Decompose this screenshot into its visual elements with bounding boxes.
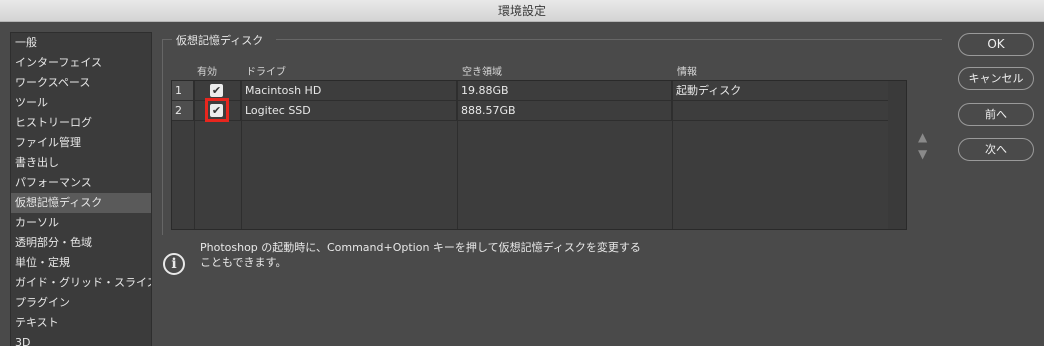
sidebar-item-transparency-gamut[interactable]: 透明部分・色域 (11, 233, 151, 253)
sidebar-item-cursors[interactable]: カーソル (11, 213, 151, 233)
enabled-cell: ✔ (194, 98, 241, 122)
drive-info (672, 101, 888, 120)
column-header-enabled: 有効 (197, 67, 217, 78)
info-message-line: Photoshop の起動時に、Command+Option キーを押して仮想記… (200, 241, 641, 254)
window-title: 環境設定 (0, 0, 1044, 22)
sidebar-item-plugins[interactable]: プラグイン (11, 293, 151, 313)
sidebar-item-export[interactable]: 書き出し (11, 153, 151, 173)
column-header-free-space: 空き領域 (462, 67, 502, 78)
column-header-info: 情報 (677, 67, 697, 78)
sidebar-item-general[interactable]: 一般 (11, 33, 151, 53)
sidebar-item-3d[interactable]: 3D (11, 333, 151, 346)
sidebar-item-file-handling[interactable]: ファイル管理 (11, 133, 151, 153)
sidebar-item-performance[interactable]: パフォーマンス (11, 173, 151, 193)
prev-button[interactable]: 前へ (958, 103, 1034, 126)
group-border (276, 39, 942, 40)
sidebar-item-units-rulers[interactable]: 単位・定規 (11, 253, 151, 273)
free-space: 19.88GB (457, 81, 672, 100)
table-row[interactable]: 1 ✔ Macintosh HD 19.88GB 起動ディスク (172, 81, 888, 101)
info-icon: i (163, 253, 185, 275)
table-scrollbar[interactable] (888, 81, 906, 229)
move-up-arrow-icon[interactable]: ▲ (918, 130, 927, 144)
free-space: 888.57GB (457, 101, 672, 120)
sidebar-item-history-log[interactable]: ヒストリーログ (11, 113, 151, 133)
sidebar-item-workspace[interactable]: ワークスペース (11, 73, 151, 93)
move-down-arrow-icon[interactable]: ▼ (918, 147, 927, 161)
sidebar-item-scratch-disks[interactable]: 仮想記憶ディスク (11, 193, 151, 213)
row-number: 1 (172, 81, 194, 100)
drive-name: Logitec SSD (241, 101, 457, 120)
ok-button[interactable]: OK (958, 33, 1034, 56)
sidebar-item-interface[interactable]: インターフェイス (11, 53, 151, 73)
column-header-drive: ドライブ (246, 67, 286, 78)
scratch-disk-table: 1 ✔ Macintosh HD 19.88GB 起動ディスク 2 ✔ Logi… (171, 80, 907, 230)
drive-info: 起動ディスク (676, 84, 742, 97)
highlight-annotation (205, 98, 229, 122)
enabled-checkbox[interactable]: ✔ (210, 84, 223, 97)
preferences-sidebar: 一般 インターフェイス ワークスペース ツール ヒストリーログ ファイル管理 書… (10, 32, 152, 346)
sidebar-item-tools[interactable]: ツール (11, 93, 151, 113)
row-number: 2 (172, 101, 194, 120)
cancel-button[interactable]: キャンセル (958, 67, 1034, 90)
group-border (162, 39, 163, 235)
info-message: Photoshop の起動時に、Command+Option キーを押して仮想記… (200, 240, 680, 270)
sidebar-item-type[interactable]: テキスト (11, 313, 151, 333)
group-border (162, 39, 172, 40)
table-row[interactable]: 2 ✔ Logitec SSD 888.57GB (172, 98, 888, 122)
drive-name: Macintosh HD (241, 81, 457, 100)
group-title: 仮想記憶ディスク (176, 34, 264, 47)
info-message-line: こともできます。 (200, 256, 287, 269)
sidebar-item-guides-grid-slices[interactable]: ガイド・グリッド・スライス (11, 273, 151, 293)
next-button[interactable]: 次へ (958, 138, 1034, 161)
